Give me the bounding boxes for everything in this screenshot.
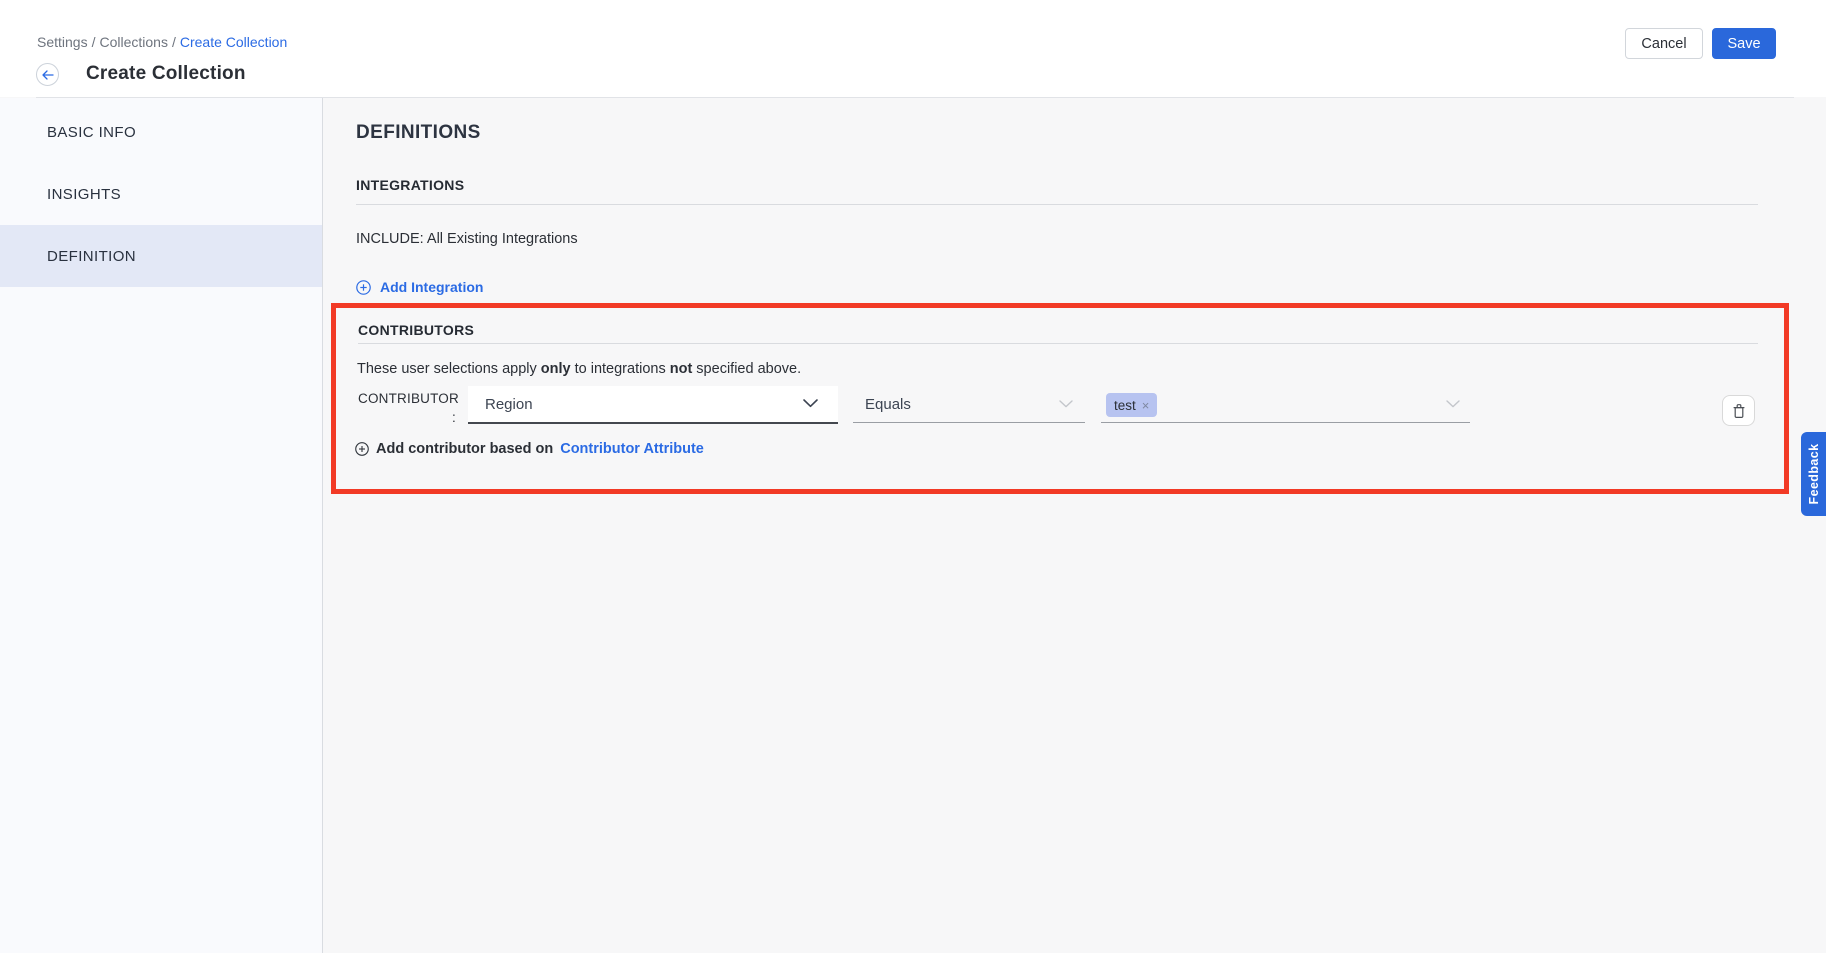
attribute-select[interactable]: Region bbox=[468, 386, 838, 424]
add-integration-label: Add Integration bbox=[380, 279, 483, 295]
sidebar-item-basic-info[interactable]: BASIC INFO bbox=[0, 101, 322, 163]
integrations-section-label: INTEGRATIONS bbox=[356, 177, 464, 193]
chevron-down-icon bbox=[1059, 400, 1073, 408]
create-collection-page: Settings/Collections/Create Collection C… bbox=[0, 0, 1826, 953]
attribute-select-value: Region bbox=[485, 396, 533, 413]
value-tag: test × bbox=[1106, 393, 1157, 417]
page-title: Create Collection bbox=[86, 63, 246, 85]
plus-circle-icon bbox=[356, 280, 371, 295]
sidebar-item-definition[interactable]: DEFINITION bbox=[0, 225, 322, 287]
breadcrumb-separator: / bbox=[168, 34, 180, 50]
chevron-down-icon bbox=[1446, 400, 1460, 408]
chevron-down-icon bbox=[803, 399, 818, 408]
contributors-note: These user selections apply only to inte… bbox=[357, 361, 801, 377]
left-arrow-icon bbox=[42, 70, 54, 80]
value-tag-label: test bbox=[1114, 398, 1136, 413]
integrations-divider bbox=[356, 204, 1758, 205]
breadcrumb-settings[interactable]: Settings bbox=[37, 34, 88, 50]
plus-circle-icon bbox=[355, 442, 369, 456]
back-button[interactable] bbox=[36, 63, 59, 86]
add-integration-link[interactable]: Add Integration bbox=[356, 279, 483, 295]
feedback-tab[interactable]: Feedback bbox=[1801, 432, 1826, 516]
contributors-divider bbox=[358, 343, 1758, 344]
remove-tag-button[interactable]: × bbox=[1142, 399, 1150, 412]
save-button[interactable]: Save bbox=[1712, 28, 1776, 59]
page-header: Settings/Collections/Create Collection C… bbox=[0, 0, 1826, 97]
breadcrumb-collections[interactable]: Collections bbox=[99, 34, 167, 50]
contributor-row-label: CONTRIBUTOR : bbox=[358, 389, 459, 427]
definitions-heading: DEFINITIONS bbox=[356, 122, 481, 144]
add-contributor-row: Add contributor based on Contributor Att… bbox=[355, 441, 704, 457]
sidebar: BASIC INFO INSIGHTS DEFINITION bbox=[0, 98, 323, 953]
breadcrumb-separator: / bbox=[88, 34, 100, 50]
include-line: INCLUDE: All Existing Integrations bbox=[356, 231, 578, 247]
contributors-section-label: CONTRIBUTORS bbox=[358, 322, 474, 338]
sidebar-item-insights[interactable]: INSIGHTS bbox=[0, 163, 322, 225]
breadcrumb-current[interactable]: Create Collection bbox=[180, 34, 287, 50]
delete-row-button[interactable] bbox=[1722, 395, 1755, 426]
contributor-attribute-link[interactable]: Contributor Attribute bbox=[560, 441, 704, 457]
feedback-tab-label: Feedback bbox=[1807, 444, 1821, 505]
values-select[interactable]: test × bbox=[1101, 387, 1470, 423]
cancel-button[interactable]: Cancel bbox=[1625, 28, 1703, 59]
trash-icon bbox=[1732, 403, 1746, 419]
operator-select[interactable]: Equals bbox=[853, 387, 1085, 423]
operator-select-value: Equals bbox=[865, 396, 911, 413]
breadcrumb: Settings/Collections/Create Collection bbox=[37, 34, 287, 50]
add-contributor-prefix: Add contributor based on bbox=[376, 441, 553, 457]
